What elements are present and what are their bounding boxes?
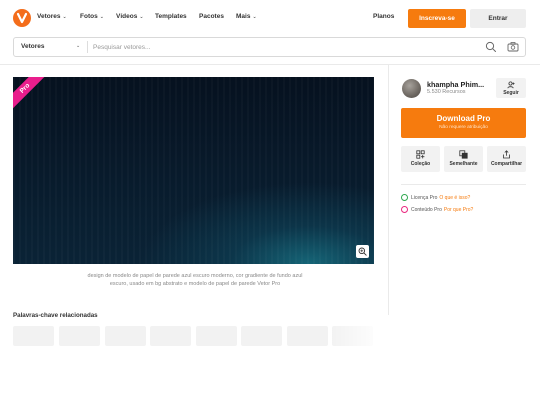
zoom-in-icon bbox=[358, 247, 367, 256]
login-button[interactable]: Entrar bbox=[470, 9, 526, 28]
resource-description: design de modelo de papel de parede azul… bbox=[87, 273, 303, 287]
collection-label: Coleção bbox=[410, 161, 431, 167]
nav-label: Pacotes bbox=[199, 13, 224, 20]
logo-icon bbox=[16, 12, 28, 24]
similar-label: Semelhante bbox=[449, 161, 478, 167]
keyword-chip[interactable] bbox=[13, 326, 54, 346]
follow-label: Seguir bbox=[503, 90, 519, 96]
similar-icon bbox=[459, 150, 468, 159]
search-category-select[interactable]: Vetores bbox=[21, 43, 45, 50]
license-row: Licença Pro O que é isso? bbox=[401, 194, 470, 201]
keyword-chip[interactable] bbox=[105, 326, 146, 346]
image-search-icon[interactable] bbox=[506, 40, 520, 54]
nav-label: Vídeos bbox=[116, 13, 138, 20]
sidebar-divider bbox=[388, 65, 389, 315]
license-divider bbox=[401, 184, 526, 185]
chevron-down-icon: ⌄ bbox=[139, 14, 144, 20]
search-bar: Vetores ⌄ bbox=[13, 37, 526, 57]
license-info-link[interactable]: O que é isso? bbox=[439, 195, 470, 201]
chevron-down-icon: ⌄ bbox=[252, 14, 257, 20]
keyword-chip[interactable] bbox=[287, 326, 328, 346]
add-user-icon bbox=[507, 81, 515, 89]
zoom-button[interactable] bbox=[356, 245, 369, 258]
download-pro-button[interactable]: Download Pro Não requere atribuição bbox=[401, 108, 526, 138]
related-keywords-title: Palavras-chave relacionadas bbox=[13, 312, 98, 319]
chevron-down-icon[interactable]: ⌄ bbox=[76, 43, 80, 49]
share-label: Compartilhar bbox=[490, 161, 523, 167]
check-circle-icon bbox=[401, 194, 408, 201]
keyword-chip[interactable] bbox=[241, 326, 282, 346]
author-avatar[interactable] bbox=[402, 79, 421, 98]
download-label: Download Pro bbox=[436, 114, 491, 123]
header-divider bbox=[0, 64, 540, 65]
chevron-down-icon: ⌄ bbox=[62, 14, 67, 20]
nav-vetores[interactable]: Vetores ⌄ bbox=[37, 13, 67, 20]
follow-button[interactable]: Seguir bbox=[496, 78, 526, 98]
preview-texture bbox=[13, 77, 374, 264]
search-divider bbox=[87, 41, 88, 53]
pro-content-row: Conteúdo Pro Por que Pro? bbox=[401, 206, 473, 213]
resource-preview-image[interactable]: Pro bbox=[13, 77, 374, 264]
nav-label: Vetores bbox=[37, 13, 61, 20]
collection-icon bbox=[416, 150, 425, 159]
chevron-down-icon: ⌄ bbox=[99, 14, 104, 20]
author-resource-count: 5.530 Recursos bbox=[427, 89, 466, 95]
keyword-chip[interactable] bbox=[196, 326, 237, 346]
license-text: Licença Pro bbox=[411, 194, 438, 201]
nav-label: Templates bbox=[155, 13, 187, 20]
nav-templates[interactable]: Templates bbox=[155, 13, 187, 20]
signup-button[interactable]: Inscreva-se bbox=[408, 9, 466, 28]
collection-button[interactable]: Coleção bbox=[401, 146, 440, 172]
why-pro-link[interactable]: Por que Pro? bbox=[444, 207, 473, 213]
nav-label: Fotos bbox=[80, 13, 98, 20]
author-name[interactable]: khampha Phim... bbox=[427, 80, 484, 89]
keyword-chip[interactable] bbox=[59, 326, 100, 346]
plans-link[interactable]: Planos bbox=[373, 13, 394, 20]
nav-videos[interactable]: Vídeos ⌄ bbox=[116, 13, 144, 20]
search-input[interactable] bbox=[93, 41, 473, 53]
top-navigation-bar: Vetores ⌄ Fotos ⌄ Vídeos ⌄ Templates Pacote… bbox=[0, 0, 540, 36]
nav-fotos[interactable]: Fotos ⌄ bbox=[80, 13, 104, 20]
keywords-fade bbox=[330, 320, 390, 350]
share-button[interactable]: Compartilhar bbox=[487, 146, 526, 172]
pro-circle-icon bbox=[401, 206, 408, 213]
pro-content-text: Conteúdo Pro bbox=[411, 206, 442, 213]
search-icon[interactable] bbox=[485, 41, 497, 53]
nav-mais[interactable]: Mais ⌄ bbox=[236, 13, 257, 20]
nav-label: Mais bbox=[236, 13, 251, 20]
nav-pacotes[interactable]: Pacotes bbox=[199, 13, 224, 20]
keyword-chip[interactable] bbox=[150, 326, 191, 346]
download-sublabel: Não requere atribuição bbox=[439, 125, 488, 130]
share-icon bbox=[503, 150, 510, 159]
similar-button[interactable]: Semelhante bbox=[444, 146, 483, 172]
vecteezy-logo[interactable] bbox=[13, 9, 31, 27]
